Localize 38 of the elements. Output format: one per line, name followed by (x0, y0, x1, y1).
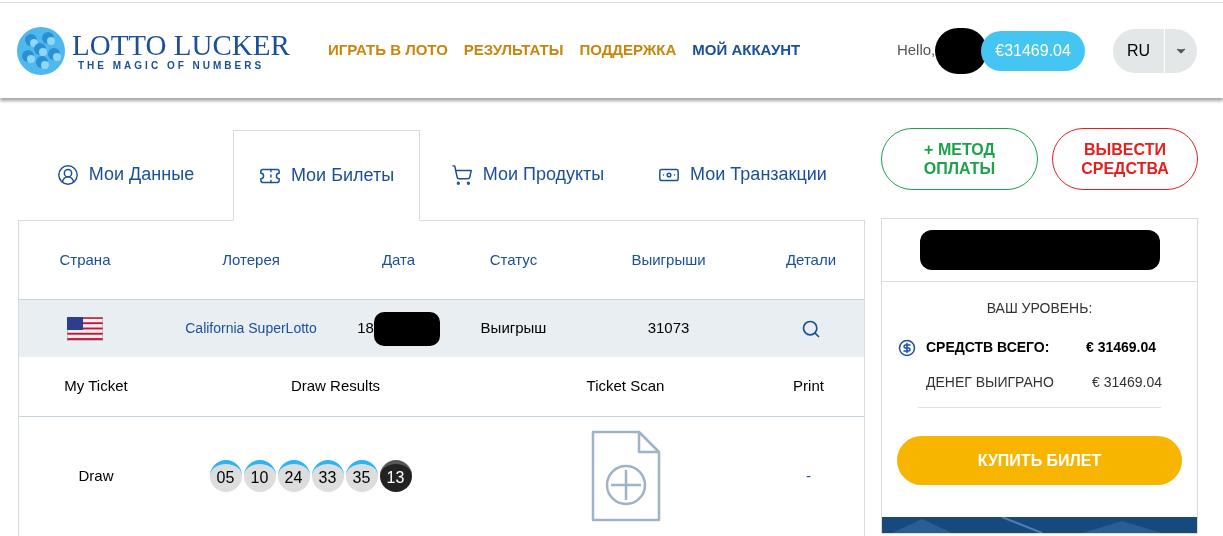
total-funds-label: СРЕДСТВ ВСЕГО: (926, 338, 1051, 357)
table-cell-text: 18 (357, 318, 374, 339)
column-header: Страна (58, 249, 112, 270)
column-header: Детали (784, 249, 838, 270)
table-cell-text: Выигрыш (479, 318, 548, 339)
account-tab[interactable]: Мои Транзакции (635, 129, 850, 220)
clover-ball-logo-icon (16, 25, 66, 76)
account-tab[interactable]: Мои Билеты (233, 130, 420, 221)
column-header: My Ticket (63, 376, 129, 397)
column-header: Print (792, 376, 825, 397)
greeting-text: Hello, (896, 40, 936, 61)
total-funds-value: € 31469.04 (1086, 338, 1157, 357)
usa-flag-icon (67, 316, 103, 341)
logo-title: LOTTO LUCKER (72, 29, 290, 60)
column-header: Выигрыши (630, 249, 707, 270)
column-header: Draw Results (289, 376, 382, 397)
nav-link[interactable]: МОЙ АККАУНТ (692, 39, 801, 62)
balance-badge: €31469.04 (981, 30, 1085, 71)
account-tab[interactable]: Мои Продукты (420, 129, 635, 220)
language-select[interactable]: RU (1112, 28, 1197, 73)
table-cell-text: 31073 (646, 318, 691, 339)
lottery-link[interactable]: California SuperLotto (151, 318, 351, 339)
money-won-label: ДЕНЕГ ВЫИГРАНО (926, 373, 1055, 392)
table-cell-text: Draw (77, 465, 115, 486)
column-header: Ticket Scan (585, 376, 666, 397)
redaction-mark (373, 311, 440, 346)
column-header: Лотерея (221, 249, 281, 270)
logo-tagline: THE MAGIC OF NUMBERS (77, 59, 266, 72)
table-cell-text: - (805, 465, 812, 486)
column-header: Статус (488, 249, 539, 270)
account-tab[interactable]: Мои Данные (18, 129, 233, 220)
level-label: ВАШ УРОВЕНЬ: (985, 299, 1094, 318)
money-won-value: € 31469.04 (1092, 373, 1163, 392)
dollar-coin-icon (898, 338, 916, 357)
user-icon (56, 163, 79, 186)
cart-icon (450, 163, 473, 186)
search-icon[interactable] (801, 318, 821, 339)
column-header: Дата (380, 249, 417, 270)
